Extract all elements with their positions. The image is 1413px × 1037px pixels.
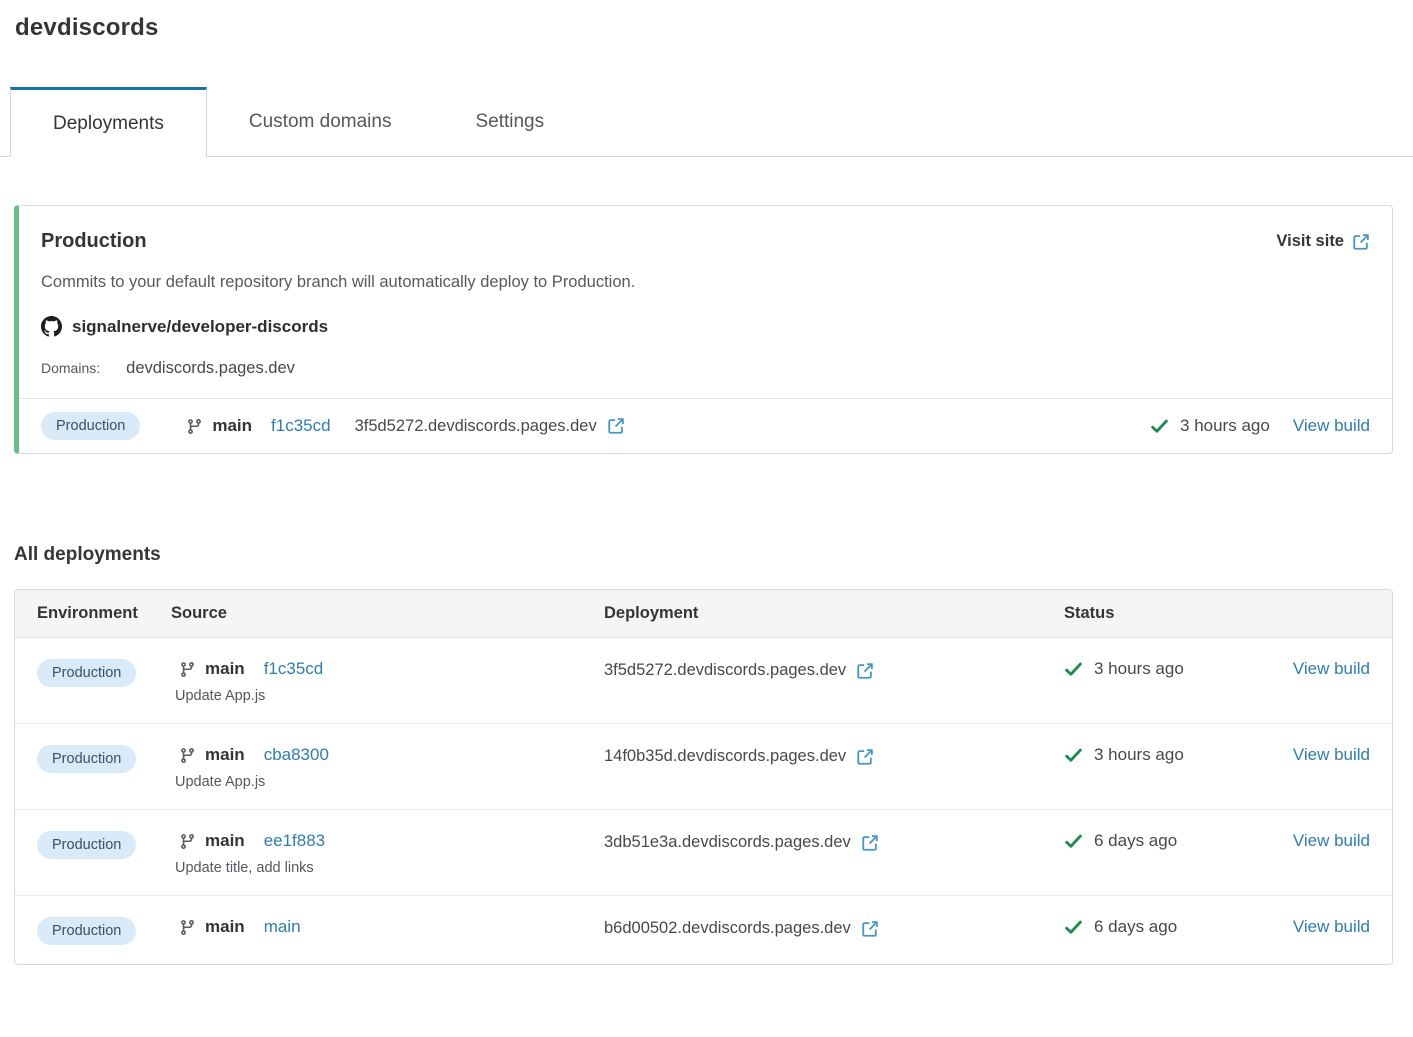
- commit-link[interactable]: main: [264, 917, 301, 937]
- branch-name: main: [205, 659, 245, 679]
- view-build-link[interactable]: View build: [1293, 745, 1370, 764]
- deployments-table: Environment Source Deployment Status Pro…: [14, 589, 1393, 965]
- production-description: Commits to your default repository branc…: [41, 273, 1370, 292]
- branch-name: main: [205, 831, 245, 851]
- table-row: Production main main b6d00502.devdiscord…: [15, 896, 1392, 964]
- commit-link[interactable]: f1c35cd: [271, 416, 331, 436]
- git-branch-icon: [179, 661, 196, 678]
- tab-bar: Deployments Custom domains Settings: [0, 87, 1413, 157]
- production-card: Production Visit site Commits to your de…: [14, 205, 1393, 454]
- check-icon: [1150, 417, 1169, 436]
- status-time: 3 hours ago: [1180, 416, 1270, 436]
- external-link-icon: [1352, 233, 1370, 251]
- check-icon: [1064, 746, 1083, 765]
- branch-name: main: [205, 745, 245, 765]
- tab-settings[interactable]: Settings: [433, 87, 586, 156]
- commit-message: Update App.js: [175, 774, 604, 790]
- domains-value: devdiscords.pages.dev: [126, 359, 295, 378]
- git-branch-icon: [179, 833, 196, 850]
- git-branch-icon: [186, 418, 203, 435]
- status-time: 6 days ago: [1094, 917, 1177, 937]
- page-title: devdiscords: [0, 0, 1413, 42]
- branch-name: main: [212, 416, 252, 436]
- git-branch-icon: [179, 747, 196, 764]
- external-link-icon[interactable]: [856, 662, 874, 680]
- environment-badge: Production: [37, 831, 136, 859]
- tab-deployments[interactable]: Deployments: [10, 87, 207, 157]
- commit-message: Update App.js: [175, 688, 604, 704]
- view-build-link[interactable]: View build: [1293, 831, 1370, 850]
- commit-message: Update title, add links: [175, 860, 604, 876]
- all-deployments-title: All deployments: [14, 544, 1413, 566]
- visit-site-label: Visit site: [1276, 232, 1344, 251]
- status-time: 3 hours ago: [1094, 745, 1184, 765]
- git-branch-icon: [179, 919, 196, 936]
- external-link-icon[interactable]: [856, 748, 874, 766]
- repo-name: signalnerve/developer-discords: [72, 317, 328, 337]
- commit-link[interactable]: cba8300: [264, 745, 329, 765]
- column-header-source: Source: [171, 604, 604, 623]
- check-icon: [1064, 660, 1083, 679]
- table-row: Production main cba8300 Update App.js 14…: [15, 724, 1392, 810]
- branch-name: main: [205, 917, 245, 937]
- column-header-status: Status: [1064, 604, 1264, 623]
- commit-link[interactable]: ee1f883: [264, 831, 325, 851]
- environment-badge: Production: [37, 745, 136, 773]
- view-build-link[interactable]: View build: [1293, 659, 1370, 678]
- deployment-url: 14f0b35d.devdiscords.pages.dev: [604, 747, 846, 766]
- production-deployment-row: Production main f1c35cd 3f5d5272.devdisc…: [19, 398, 1392, 453]
- github-icon: [41, 316, 62, 337]
- check-icon: [1064, 832, 1083, 851]
- status-time: 6 days ago: [1094, 831, 1177, 851]
- commit-link[interactable]: f1c35cd: [264, 659, 324, 679]
- external-link-icon[interactable]: [607, 417, 625, 435]
- environment-badge: Production: [37, 659, 136, 687]
- table-row: Production main ee1f883 Update title, ad…: [15, 810, 1392, 896]
- domains-label: Domains:: [41, 360, 100, 376]
- deployment-url: 3f5d5272.devdiscords.pages.dev: [355, 417, 597, 436]
- view-build-link[interactable]: View build: [1293, 416, 1370, 436]
- table-body: Production main f1c35cd Update App.js 3f…: [15, 638, 1392, 964]
- status-time: 3 hours ago: [1094, 659, 1184, 679]
- view-build-link[interactable]: View build: [1293, 917, 1370, 936]
- check-icon: [1064, 918, 1083, 937]
- deployment-url: b6d00502.devdiscords.pages.dev: [604, 919, 851, 938]
- deployment-url: 3f5d5272.devdiscords.pages.dev: [604, 661, 846, 680]
- environment-badge: Production: [41, 412, 140, 440]
- table-header-row: Environment Source Deployment Status: [15, 590, 1392, 638]
- column-header-deployment: Deployment: [604, 604, 1064, 623]
- external-link-icon[interactable]: [861, 834, 879, 852]
- table-row: Production main f1c35cd Update App.js 3f…: [15, 638, 1392, 724]
- column-header-environment: Environment: [37, 604, 171, 623]
- external-link-icon[interactable]: [861, 920, 879, 938]
- production-card-title: Production: [41, 230, 147, 253]
- environment-badge: Production: [37, 917, 136, 945]
- deployment-url: 3db51e3a.devdiscords.pages.dev: [604, 833, 851, 852]
- visit-site-link[interactable]: Visit site: [1276, 232, 1370, 251]
- tab-custom-domains[interactable]: Custom domains: [207, 87, 434, 156]
- deployments-page: devdiscords Deployments Custom domains S…: [0, 0, 1413, 965]
